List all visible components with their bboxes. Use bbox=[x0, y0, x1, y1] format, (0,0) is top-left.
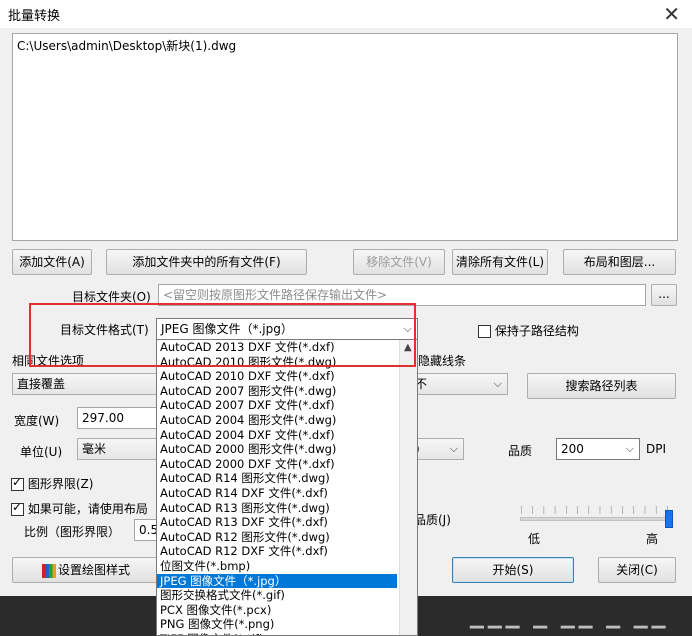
slider-high-label: 高 bbox=[646, 532, 659, 546]
dpi-label: DPI bbox=[646, 442, 667, 456]
scroll-up-icon[interactable]: ▲ bbox=[404, 342, 412, 353]
extents-box[interactable] bbox=[11, 475, 24, 491]
format-option[interactable]: AutoCAD R13 图形文件(*.dwg) bbox=[157, 501, 397, 516]
target-format-value: JPEG 图像文件（*.jpg） bbox=[161, 322, 293, 336]
close-button[interactable]: 关闭(C) bbox=[598, 557, 676, 583]
same-name-value: 直接覆盖 bbox=[17, 377, 66, 391]
format-option[interactable]: 图形交换格式文件(*.gif) bbox=[157, 588, 397, 603]
format-option[interactable]: AutoCAD 2000 图形文件(*.dwg) bbox=[157, 442, 397, 457]
format-option[interactable]: AutoCAD R14 图形文件(*.dwg) bbox=[157, 471, 397, 486]
add-file-button[interactable]: 添加文件(A) bbox=[12, 249, 92, 275]
palette-icon bbox=[41, 563, 56, 578]
layout-layers-button[interactable]: 布局和图层... bbox=[563, 249, 676, 275]
slider-ticks: | | | | | | | | | | | | | | | | | | | bbox=[520, 505, 670, 514]
use-layout-label: 如果可能，请使用布局 bbox=[27, 502, 148, 516]
format-option[interactable]: TIFF 图像文件(*.tif) bbox=[157, 632, 397, 635]
watermark: ▁▁▁ ▁ ▁▁ ▁ ▁▁ bbox=[470, 608, 670, 629]
keep-subpath-checkbox[interactable]: 保持子路径结构 bbox=[478, 322, 579, 339]
slider-low-label: 低 bbox=[528, 532, 541, 546]
format-options: AutoCAD 2013 DXF 文件(*.dxf) AutoCAD 2010 图… bbox=[157, 340, 417, 635]
chevron-down-icon: ⌵ bbox=[493, 377, 502, 390]
width-value: 297.00 bbox=[82, 411, 124, 425]
format-option[interactable]: AutoCAD 2013 DXF 文件(*.dxf) bbox=[157, 340, 397, 355]
file-list[interactable]: C:\Users\admin\Desktop\新块(1).dwg bbox=[12, 33, 678, 241]
use-layout-box[interactable] bbox=[11, 500, 24, 516]
remove-file-button[interactable]: 移除文件(V) bbox=[353, 249, 445, 275]
target-format-label: 目标文件格式(T) bbox=[60, 323, 149, 337]
chevron-down-icon: ⌵ bbox=[449, 442, 458, 455]
format-option[interactable]: AutoCAD 2007 图形文件(*.dwg) bbox=[157, 384, 397, 399]
unit-value: 毫米 bbox=[82, 442, 107, 456]
resolution-select[interactable]: ) ⌵ bbox=[410, 438, 464, 460]
quality-label: 品质 bbox=[508, 444, 533, 458]
format-option[interactable]: JPEG 图像文件（*.jpg） bbox=[157, 573, 397, 589]
target-folder-input[interactable]: <留空则按原图形文件路径保存输出文件> bbox=[158, 284, 646, 306]
use-layout-checkbox[interactable]: 如果可能，请使用布局 bbox=[11, 500, 148, 517]
scale-label: 比例（图形界限） bbox=[24, 525, 121, 539]
format-option[interactable]: AutoCAD R13 DXF 文件(*.dxf) bbox=[157, 515, 397, 530]
format-option[interactable]: AutoCAD 2010 图形文件(*.dwg) bbox=[157, 355, 397, 370]
window-title: 批量转换 bbox=[8, 9, 61, 24]
keep-subpath-label: 保持子路径结构 bbox=[494, 324, 579, 338]
format-option[interactable]: AutoCAD 2000 DXF 文件(*.dxf) bbox=[157, 457, 397, 472]
width-label: 宽度(W) bbox=[14, 414, 60, 428]
quality-value: 200 bbox=[561, 442, 584, 456]
chevron-down-icon: ⌵ bbox=[625, 442, 634, 455]
browse-button[interactable]: ... bbox=[651, 284, 677, 306]
start-button[interactable]: 开始(S) bbox=[452, 557, 574, 583]
list-item[interactable]: C:\Users\admin\Desktop\新块(1).dwg bbox=[13, 34, 677, 57]
same-name-select[interactable]: 直接覆盖 bbox=[12, 373, 158, 395]
format-option[interactable]: AutoCAD R12 图形文件(*.dwg) bbox=[157, 530, 397, 545]
unit-select[interactable]: 毫米 bbox=[77, 438, 159, 460]
format-option[interactable]: AutoCAD R12 DXF 文件(*.dxf) bbox=[157, 544, 397, 559]
format-option[interactable]: PCX 图像文件(*.pcx) bbox=[157, 603, 397, 618]
quality-slider-thumb[interactable] bbox=[665, 510, 673, 528]
width-input[interactable]: 297.00 bbox=[77, 407, 159, 429]
chevron-down-icon: ⌵ bbox=[403, 322, 412, 335]
quality-slider-track[interactable] bbox=[520, 517, 670, 521]
hidden-lines-label: 隐藏线条 bbox=[418, 354, 467, 368]
plot-style-label: 设置绘图样式 bbox=[57, 563, 130, 577]
format-option[interactable]: 位图文件(*.bmp) bbox=[157, 559, 397, 574]
format-option[interactable]: AutoCAD 2004 图形文件(*.dwg) bbox=[157, 413, 397, 428]
unit-label: 单位(U) bbox=[20, 445, 63, 459]
target-folder-label: 目标文件夹(O) bbox=[72, 290, 151, 304]
close-icon[interactable]: ✕ bbox=[663, 2, 680, 26]
format-option[interactable]: PNG 图像文件(*.png) bbox=[157, 617, 397, 632]
format-option[interactable]: AutoCAD R14 DXF 文件(*.dxf) bbox=[157, 486, 397, 501]
format-dropdown-list[interactable]: AutoCAD 2013 DXF 文件(*.dxf) AutoCAD 2010 图… bbox=[156, 339, 418, 636]
add-folder-files-button[interactable]: 添加文件夹中的所有文件(F) bbox=[106, 249, 307, 275]
same-name-label: 相同文件选项 bbox=[12, 354, 85, 368]
title-bar: 批量转换 ✕ bbox=[0, 0, 692, 28]
search-paths-button[interactable]: 搜索路径列表 bbox=[527, 373, 676, 399]
quality-select[interactable]: 200 ⌵ bbox=[556, 438, 640, 460]
clear-all-button[interactable]: 清除所有文件(L) bbox=[452, 249, 548, 275]
hidden-lines-select[interactable]: 不 ⌵ bbox=[410, 373, 508, 395]
extents-checkbox[interactable]: 图形界限(Z) bbox=[11, 475, 93, 492]
target-format-select[interactable]: JPEG 图像文件（*.jpg） ⌵ bbox=[156, 318, 418, 340]
format-option[interactable]: AutoCAD 2004 DXF 文件(*.dxf) bbox=[157, 428, 397, 443]
extents-label: 图形界限(Z) bbox=[27, 477, 94, 491]
target-folder-placeholder: <留空则按原图形文件路径保存输出文件> bbox=[163, 288, 388, 302]
dropdown-scrollbar[interactable]: ▲ bbox=[399, 340, 417, 635]
format-option[interactable]: AutoCAD 2010 DXF 文件(*.dxf) bbox=[157, 369, 397, 384]
format-option[interactable]: AutoCAD 2007 DXF 文件(*.dxf) bbox=[157, 398, 397, 413]
keep-subpath-box[interactable] bbox=[478, 325, 491, 338]
plot-style-button[interactable]: 设置绘图样式 bbox=[12, 557, 160, 583]
image-quality-label: 品质(J) bbox=[414, 513, 451, 527]
